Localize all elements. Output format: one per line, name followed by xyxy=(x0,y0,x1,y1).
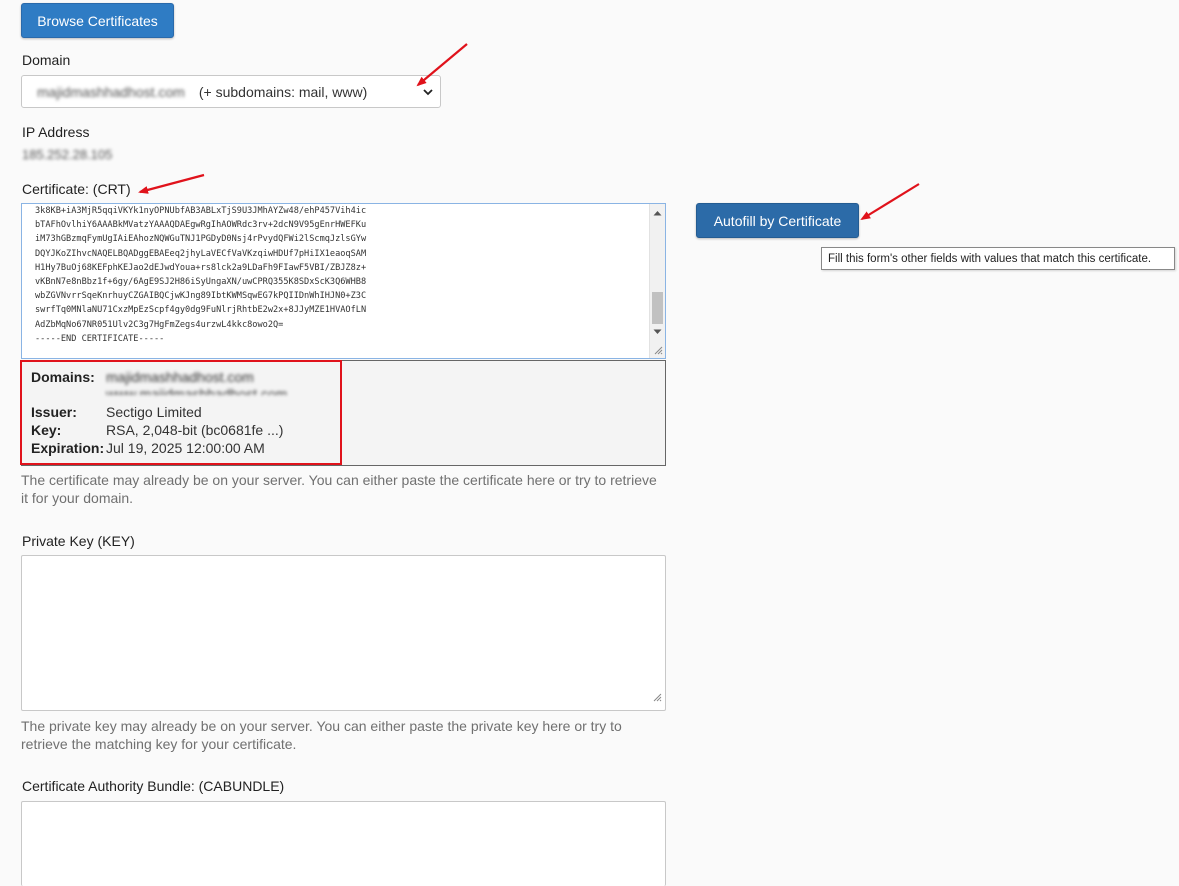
arrow-to-certificate-label xyxy=(138,173,205,194)
arrow-to-domain xyxy=(416,43,468,87)
annotation-arrows xyxy=(138,43,920,221)
arrow-to-autofill xyxy=(860,183,920,221)
